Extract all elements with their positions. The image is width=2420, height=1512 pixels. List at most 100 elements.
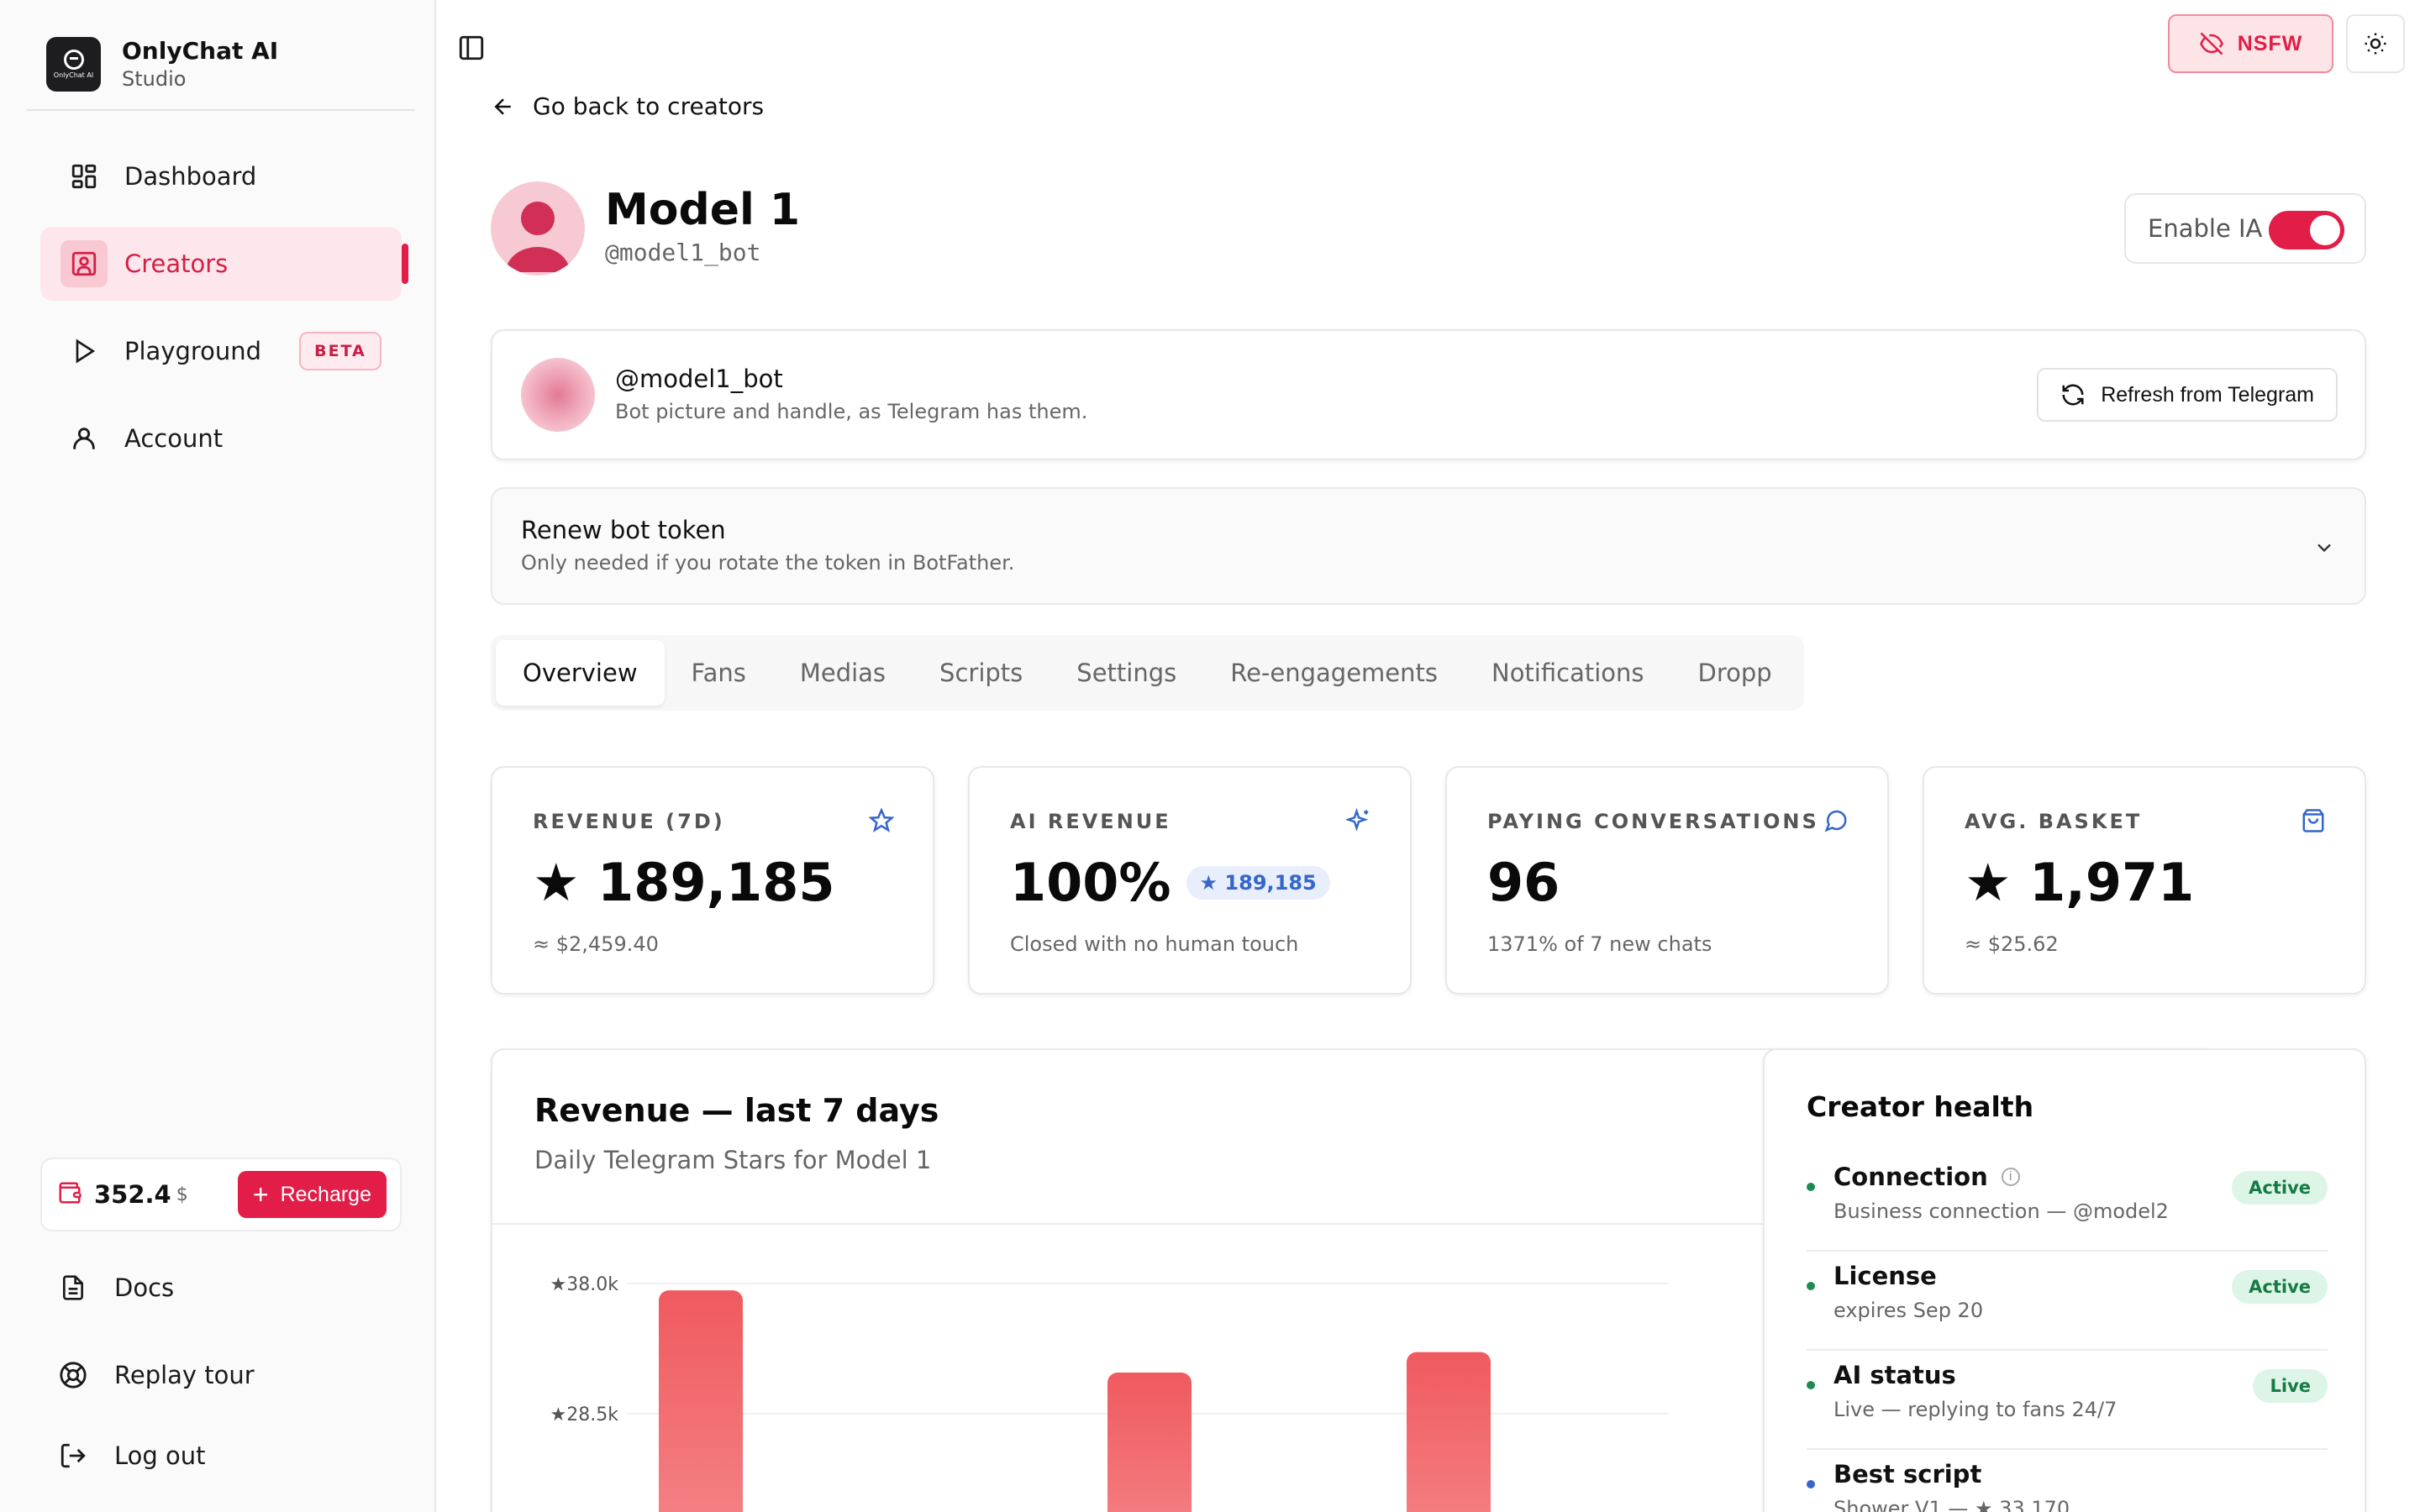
wallet-amount: 352.4 [94,1180,171,1209]
arrow-left-icon [494,97,511,115]
tab-notifications[interactable]: Notifications [1465,640,1671,706]
tab-medias[interactable]: Medias [773,640,913,706]
eye-off-icon [2199,32,2223,55]
brand-sub: Studio [122,66,187,91]
y-tick-label: ★38.0k [550,1274,619,1295]
stat-card-avg-basket: AVG. BASKET ★ 1,971 ≈ $25.62 [1923,766,2366,995]
health-row-ai-status: AI status Live — replying to fans 24/7 L… [1807,1351,2328,1450]
sidebar-item-docs[interactable]: Docs [52,1267,174,1309]
status-dot [1807,1381,1815,1389]
wallet-balance: 352.4 $ + Recharge [40,1158,402,1231]
tab-overview[interactable]: Overview [496,640,665,706]
message-icon [1824,810,1847,832]
nsfw-toggle-button[interactable]: NSFW [2168,14,2333,73]
document-icon [52,1267,94,1309]
theme-toggle-button[interactable] [2346,14,2405,73]
lifebuoy-icon [52,1354,94,1396]
sidebar-item-label: Account [124,424,224,453]
tab-re-engagements[interactable]: Re-engagements [1203,640,1465,706]
star-icon [869,808,894,833]
ai-revenue-chip: ★ 189,185 [1186,865,1330,900]
stat-sub: ≈ $2,459.40 [533,932,659,956]
refresh-label: Refresh from Telegram [2101,382,2314,407]
nsfw-label: NSFW [2237,31,2303,55]
stat-card-paying-conversations: PAYING CONVERSATIONS 96 1371% of 7 new c… [1445,766,1889,995]
revenue-bar[interactable] [1107,1373,1192,1512]
revenue-bar[interactable] [1407,1352,1491,1512]
bot-avatar [521,358,595,432]
user-square-icon [60,240,108,287]
stat-label: AI REVENUE [1010,810,1171,833]
stat-label: PAYING CONVERSATIONS [1487,810,1819,833]
sidebar-item-creators[interactable]: Creators [40,227,408,301]
health-name-connection: Connection [1833,1163,1988,1191]
brand[interactable]: OnlyChat AI OnlyChat AI Studio [46,37,278,92]
shopping-bag-icon [2302,809,2324,832]
status-badge: Live [2253,1369,2328,1403]
stat-card-ai-revenue: AI REVENUE 100% ★ 189,185 Closed with no… [968,766,1412,995]
bot-description: Bot picture and handle, as Telegram has … [615,400,1088,423]
status-badge: Active [2232,1270,2328,1304]
tab-fans[interactable]: Fans [665,640,773,706]
tab-dropp[interactable]: Dropp [1671,640,1799,706]
creator-tabs: Overview Fans Medias Scripts Settings Re… [491,635,1804,711]
sidebar-item-label: Replay tour [114,1361,255,1389]
sidebar-item-replay-tour[interactable]: Replay tour [52,1354,255,1396]
tab-scripts[interactable]: Scripts [913,640,1050,706]
health-row-license: License expires Sep 20 Active [1807,1252,2328,1351]
health-row-desc: Business connection — @model2 [1833,1200,2169,1223]
sidebar-item-account[interactable]: Account [40,402,402,475]
dashboard-icon [60,153,108,200]
stat-sub: 1371% of 7 new chats [1487,932,1712,956]
info-icon[interactable]: i [2001,1168,2020,1186]
revenue-bar[interactable] [659,1290,743,1512]
avatar [491,181,585,276]
enable-ia-toggle[interactable] [2269,211,2344,249]
back-label: Go back to creators [533,92,765,120]
status-dot [1807,1183,1815,1191]
health-row-name: Connection i [1833,1163,2020,1191]
sidebar-toggle-icon[interactable] [457,34,491,67]
health-row-name: AI status [1833,1361,1956,1389]
enable-ia-control: Enable IA [2124,193,2366,264]
stat-card-revenue: REVENUE (7D) ★ 189,185 ≈ $2,459.40 [491,766,934,995]
stat-value: ★ 189,185 [533,852,835,913]
bot-face-icon [63,50,84,70]
refresh-from-telegram-button[interactable]: Refresh from Telegram [2037,368,2338,422]
sun-icon [2365,33,2386,55]
brand-logo: OnlyChat AI [46,37,101,92]
recharge-label: Recharge [280,1182,371,1206]
sidebar-item-playground[interactable]: Playground BETA [40,314,402,388]
brand-name: OnlyChat AI [122,37,279,66]
sidebar-item-label: Creators [124,249,229,278]
back-to-creators-link[interactable]: Go back to creators [491,92,764,120]
tab-settings[interactable]: Settings [1050,640,1203,706]
status-dot [1807,1480,1815,1488]
enable-ia-label: Enable IA [2148,214,2263,243]
bot-handle: @model1_bot [615,365,783,393]
health-row-desc: expires Sep 20 [1833,1299,1984,1322]
chart-title: Revenue — last 7 days [534,1092,939,1129]
log-out-icon [52,1435,94,1477]
renew-token-accordion[interactable]: Renew bot token Only needed if you rotat… [491,487,2366,605]
status-badge: Active [2232,1171,2328,1205]
stat-value: ★ 1,971 [1965,852,2195,913]
plus-icon: + [252,1179,269,1210]
health-row-best-script: Best script Shower V1 — ★ 33,170 [1807,1450,2328,1512]
refresh-icon [2062,384,2084,406]
recharge-button[interactable]: + Recharge [237,1171,387,1218]
health-row-name: License [1833,1262,1937,1290]
brand-divider [27,109,415,111]
sidebar-item-logout[interactable]: Log out [52,1435,206,1477]
health-row-connection: Connection i Business connection — @mode… [1807,1152,2328,1252]
chevron-down-icon [2317,543,2331,553]
user-icon [60,415,108,462]
sidebar-item-dashboard[interactable]: Dashboard [40,139,402,213]
stat-label: AVG. BASKET [1965,810,2143,833]
sidebar-item-label: Log out [114,1441,206,1470]
chart-subtitle: Daily Telegram Stars for Model 1 [534,1146,932,1174]
active-indicator [402,244,408,284]
stat-value: 100% [1010,852,1171,913]
stat-sub: ≈ $25.62 [1965,932,2059,956]
sparkles-icon [1346,808,1369,832]
